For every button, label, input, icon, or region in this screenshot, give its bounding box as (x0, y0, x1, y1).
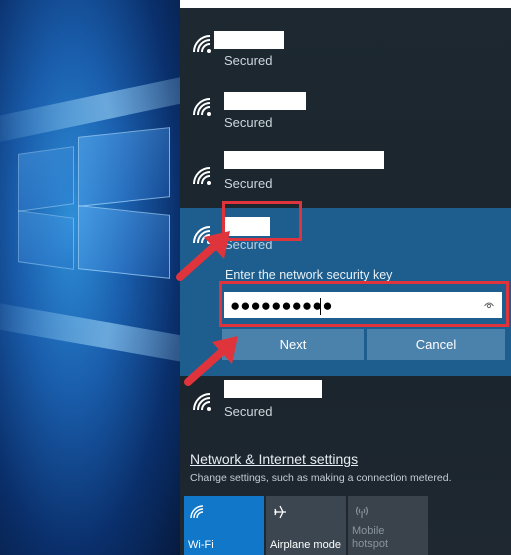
wifi-signal-icon (193, 393, 211, 411)
mobile-hotspot-tile[interactable]: Mobile hotspot (348, 496, 428, 555)
ssid-redacted (224, 151, 384, 169)
wifi-signal-icon (193, 98, 211, 116)
airplane-mode-tile[interactable]: Airplane mode (266, 496, 346, 555)
light-beam (0, 300, 180, 371)
window-pane (78, 205, 170, 279)
wifi-network-item[interactable]: Secured (180, 144, 511, 205)
wifi-icon (190, 505, 204, 519)
wifi-network-item[interactable]: Secured (180, 20, 511, 81)
network-status: Secured (224, 53, 273, 68)
wifi-tile-label: Wi-Fi (188, 539, 214, 551)
network-status: Secured (224, 176, 273, 191)
annotation-arrow-icon (184, 336, 238, 386)
ssid-redacted (224, 92, 306, 110)
mobile-hotspot-icon (355, 506, 369, 518)
window-pane (18, 210, 74, 270)
airplane-mode-label: Airplane mode (270, 539, 341, 551)
window-pane (18, 146, 74, 212)
cancel-button[interactable]: Cancel (367, 329, 505, 360)
wifi-signal-icon (193, 35, 211, 53)
window-pane (78, 127, 170, 207)
wifi-tile[interactable]: Wi-Fi (184, 496, 264, 555)
ssid-redacted (214, 31, 284, 49)
annotation-box-password (219, 281, 509, 327)
desktop-wallpaper (0, 0, 180, 555)
wifi-signal-icon (193, 167, 211, 185)
mobile-hotspot-label: Mobile hotspot (352, 525, 389, 550)
network-settings-link[interactable]: Network & Internet settings (190, 451, 358, 467)
security-key-label: Enter the network security key (225, 268, 393, 282)
wifi-network-item[interactable]: Secured (180, 83, 511, 144)
annotation-arrow-icon (176, 231, 230, 281)
network-status: Secured (224, 404, 273, 419)
network-settings-description: Change settings, such as making a connec… (190, 472, 452, 484)
network-status: Secured (224, 115, 273, 130)
airplane-icon (274, 505, 286, 519)
